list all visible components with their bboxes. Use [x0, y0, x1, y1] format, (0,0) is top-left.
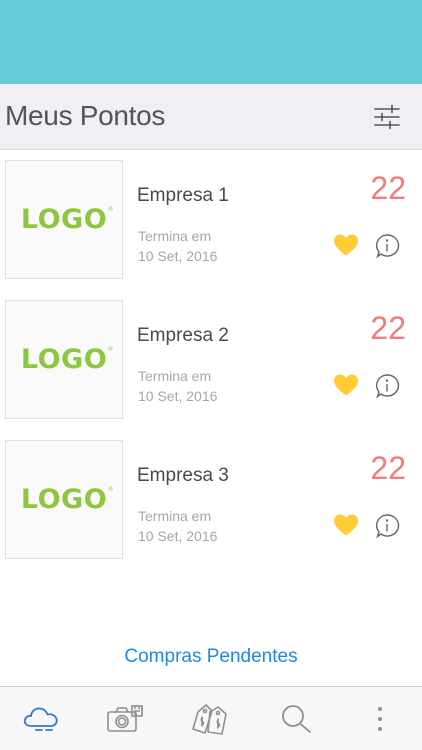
tab-search[interactable]	[276, 701, 316, 737]
company-logo: LOGO ®	[5, 160, 123, 279]
sliders-icon	[374, 104, 400, 130]
company-logo: LOGO ®	[5, 300, 123, 419]
more-vertical-icon	[378, 707, 382, 731]
favorite-heart-icon[interactable]	[333, 233, 359, 257]
logo-text: LOGO ®	[20, 484, 115, 515]
tab-camera-scan[interactable]	[106, 701, 146, 737]
company-name: Empresa 1	[137, 185, 229, 206]
tab-more[interactable]	[360, 701, 400, 737]
tab-bar	[0, 686, 422, 750]
pending-purchases-link[interactable]: Compras Pendentes	[0, 646, 422, 668]
company-logo: LOGO ®	[5, 440, 123, 559]
points-count: 22	[370, 310, 406, 346]
expiry-label: Termina em	[138, 508, 212, 524]
expiry-label: Termina em	[138, 368, 212, 384]
company-row[interactable]: LOGO ® Empresa 3 Termina em 10 Set, 2016 …	[0, 440, 422, 561]
expiry-label: Termina em	[138, 228, 212, 244]
tab-price-tags[interactable]	[190, 701, 230, 737]
points-count: 22	[370, 450, 406, 486]
expiry-date: 10 Set, 2016	[138, 388, 218, 404]
camera-scan-icon	[107, 705, 143, 732]
points-count: 22	[370, 170, 406, 206]
logo-text: LOGO ®	[20, 344, 115, 375]
logo-text: LOGO ®	[20, 204, 115, 235]
expiry-date: 10 Set, 2016	[138, 248, 218, 264]
header: Meus Pontos	[0, 84, 422, 150]
expiry-date: 10 Set, 2016	[138, 528, 218, 544]
filter-button[interactable]	[372, 102, 402, 132]
company-name: Empresa 3	[137, 465, 229, 486]
favorite-heart-icon[interactable]	[333, 373, 359, 397]
company-name: Empresa 2	[137, 325, 229, 346]
favorite-heart-icon[interactable]	[333, 513, 359, 537]
company-row[interactable]: LOGO ® Empresa 2 Termina em 10 Set, 2016 …	[0, 300, 422, 421]
page-title: Meus Pontos	[5, 100, 166, 131]
price-tags-icon	[192, 704, 227, 735]
info-icon[interactable]	[374, 513, 400, 539]
tab-cloud[interactable]	[22, 701, 62, 737]
info-icon[interactable]	[374, 233, 400, 259]
cloud-icon	[23, 707, 58, 731]
top-color-bar	[0, 0, 422, 84]
info-icon[interactable]	[374, 373, 400, 399]
company-row[interactable]: LOGO ® Empresa 1 Termina em 10 Set, 2016 …	[0, 160, 422, 281]
search-icon	[282, 705, 311, 733]
